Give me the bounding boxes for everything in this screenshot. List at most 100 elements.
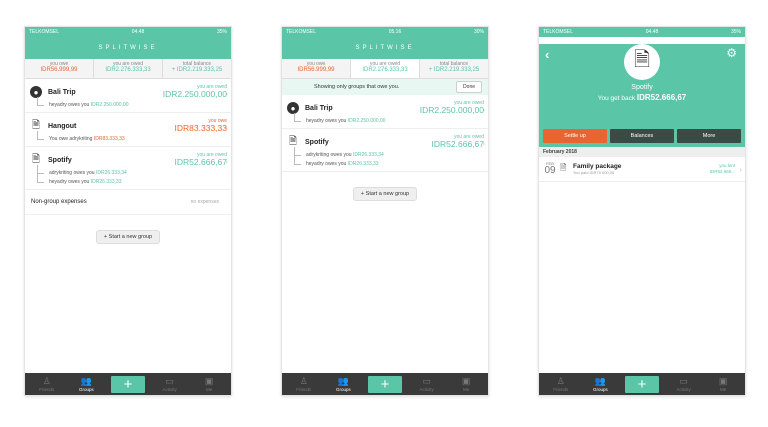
summary-you-are-owed[interactable]: you are owed IDR2.276.333,33 [93, 59, 162, 78]
chevron-right-icon: › [482, 107, 485, 114]
group-row[interactable]: ● Bali Trip you are owed IDR2.250.000,00 › he… [25, 79, 231, 113]
start-new-group-button[interactable]: + Start a new group [95, 230, 161, 244]
group-debt-line: heyadry owes you IDR26.333,33 [29, 174, 227, 185]
tab-groups[interactable]: 👥 Groups [585, 376, 615, 392]
carrier-label: TELKOMSEL [543, 29, 574, 35]
carrier-label: TELKOMSEL [29, 29, 60, 35]
filter-notice-text: Showing only groups that owe you. [314, 84, 400, 90]
expense-name: Family package [573, 163, 622, 170]
add-expense-button[interactable]: + [110, 375, 145, 393]
tab-label: Me [463, 387, 470, 392]
tab-friends[interactable]: ♙ Friends [289, 376, 319, 392]
tab-activity[interactable]: ▭ Activity [155, 376, 185, 392]
chevron-right-icon: › [482, 141, 485, 148]
gear-icon[interactable]: ⚙ [726, 46, 737, 60]
app-title: SPLITWISE [282, 37, 488, 59]
group-actions: Settle up Balances More [539, 129, 745, 143]
tab-bar: ♙ Friends 👥 Groups + ▭ Activity ▣ Me [539, 373, 745, 395]
person-icon: ♙ [42, 376, 51, 386]
summary-total-balance[interactable]: total balance + IDR2.219.333,25 [162, 59, 231, 78]
tab-bar: ♙ Friends 👥 Groups + ▭ Activity ▣ Me [25, 373, 231, 395]
phone-groups: TELKOMSEL 04.48 35% SPLITWISE you owe IDR… [24, 26, 232, 396]
carrier-label: TELKOMSEL [286, 29, 317, 35]
group-name: Bali Trip [48, 88, 76, 96]
chevron-right-icon: › [225, 125, 228, 132]
non-group-expenses-row[interactable]: Non-group expenses no expenses [25, 190, 231, 215]
time-label: 04.48 [645, 29, 659, 35]
group-balance-summary: You get back IDR52.666,67 [597, 93, 687, 102]
tab-label: Friends [296, 387, 312, 392]
group-balance: you are owed IDR52.666,67 [431, 134, 484, 150]
group-debt-line: adrykriting owes you IDR26.333,34 [286, 147, 484, 158]
app-title: SPLITWISE [25, 37, 231, 59]
balances-button[interactable]: Balances [610, 129, 674, 143]
tab-activity[interactable]: ▭ Activity [669, 376, 699, 392]
summary-total-balance[interactable]: total balance + IDR2.219.333,25 [419, 59, 488, 78]
back-chevron-icon[interactable]: ‹ [545, 47, 549, 62]
tab-label: Groups [336, 387, 351, 392]
time-label: 04.48 [131, 29, 145, 35]
done-button[interactable]: Done [456, 81, 482, 93]
filter-notice: Showing only groups that owe you. Done [282, 79, 488, 95]
expense-paid: You paid IDR79.000,00 [573, 170, 615, 175]
group-document-icon: 🗎 [624, 44, 660, 80]
person-icon: ♙ [299, 376, 308, 386]
tab-label: Activity [676, 387, 691, 392]
tab-label: Activity [419, 387, 434, 392]
me-icon: ▣ [461, 376, 471, 386]
tab-me[interactable]: ▣ Me [451, 376, 481, 392]
group-debt-line: You owe adrykriting IDR83.333,33 [29, 131, 227, 142]
activity-icon: ▭ [165, 376, 174, 386]
status-bar: TELKOMSEL 04.48 35% [25, 27, 231, 37]
battery-label: 35% [216, 29, 227, 35]
group-row[interactable]: 🗎 Spotify you are owed IDR52.666,67 › adrykri… [25, 147, 231, 190]
start-new-group-button[interactable]: + Start a new group [352, 187, 418, 201]
summary-you-owe[interactable]: you owe IDR56.999,99 [25, 59, 93, 78]
group-name: Spotify [48, 156, 72, 164]
more-button[interactable]: More [677, 129, 741, 143]
group-row[interactable]: ● Bali Trip you are owed IDR2.250.000,00 › he… [282, 95, 488, 129]
month-header: February 2018 [539, 147, 745, 157]
tab-label: Friends [39, 387, 55, 392]
expense-lent-amount: IDR52.666... [709, 169, 735, 174]
person-icon: ♙ [556, 376, 565, 386]
group-debt-line: heyadry owes you IDR26.333,33 [286, 156, 484, 167]
chevron-right-icon: › [739, 167, 742, 174]
group-row[interactable]: 🗎 Spotify you are owed IDR52.666,67 › adrykri… [282, 129, 488, 172]
tab-label: Me [720, 387, 727, 392]
tab-activity[interactable]: ▭ Activity [412, 376, 442, 392]
tab-me[interactable]: ▣ Me [194, 376, 224, 392]
tab-label: Me [206, 387, 213, 392]
phone-groups-filtered: TELKOMSEL 05.16 30% SPLITWISE you owe IDR… [281, 26, 489, 396]
add-expense-button[interactable]: + [624, 375, 659, 393]
tab-label: Friends [553, 387, 569, 392]
battery-label: 35% [730, 29, 741, 35]
group-icon: 👥 [594, 376, 606, 386]
summary-you-owe[interactable]: you owe IDR56.999,99 [282, 59, 350, 78]
group-header: ‹ ⚙ 🗎 Spotify You get back IDR52.666,67 … [539, 44, 745, 147]
chevron-right-icon: › [225, 91, 228, 98]
group-debt-line: adrykriting owes you IDR26.333,34 [29, 165, 227, 176]
phone-group-detail: TELKOMSEL 04.48 35% ‹ ⚙ 🗎 Spotify You ge… [538, 26, 746, 396]
tab-groups[interactable]: 👥 Groups [328, 376, 358, 392]
group-balance: you are owed IDR52.666,67 [174, 152, 227, 168]
tab-me[interactable]: ▣ Me [708, 376, 738, 392]
add-expense-button[interactable]: + [367, 375, 402, 393]
summary-you-are-owed[interactable]: you are owed IDR2.276.333,33 [350, 59, 419, 78]
tab-friends[interactable]: ♙ Friends [32, 376, 62, 392]
group-list: ● Bali Trip you are owed IDR2.250.000,00 › he… [25, 79, 231, 190]
balance-summary: you owe IDR56.999,99 you are owed IDR2.276… [25, 59, 231, 79]
group-name: Spotify [305, 138, 329, 146]
group-balance: you are owed IDR2.250.000,00 [162, 84, 227, 100]
expense-row[interactable]: FEB 09 🗎 Family package You paid IDR79.000… [539, 157, 745, 182]
tab-friends[interactable]: ♙ Friends [546, 376, 576, 392]
group-debt-line: heyadry owes you IDR2.250.000,00 [29, 97, 227, 108]
settle-up-button[interactable]: Settle up [543, 129, 607, 143]
activity-icon: ▭ [422, 376, 431, 386]
group-list: ● Bali Trip you are owed IDR2.250.000,00 › he… [282, 95, 488, 172]
group-icon: 👥 [337, 376, 349, 386]
tab-groups[interactable]: 👥 Groups [71, 376, 101, 392]
time-label: 05.16 [388, 29, 402, 35]
group-row[interactable]: 🗎 Hangout you owe IDR83.333,33 › You owe adry… [25, 113, 231, 147]
chevron-right-icon: › [225, 159, 228, 166]
